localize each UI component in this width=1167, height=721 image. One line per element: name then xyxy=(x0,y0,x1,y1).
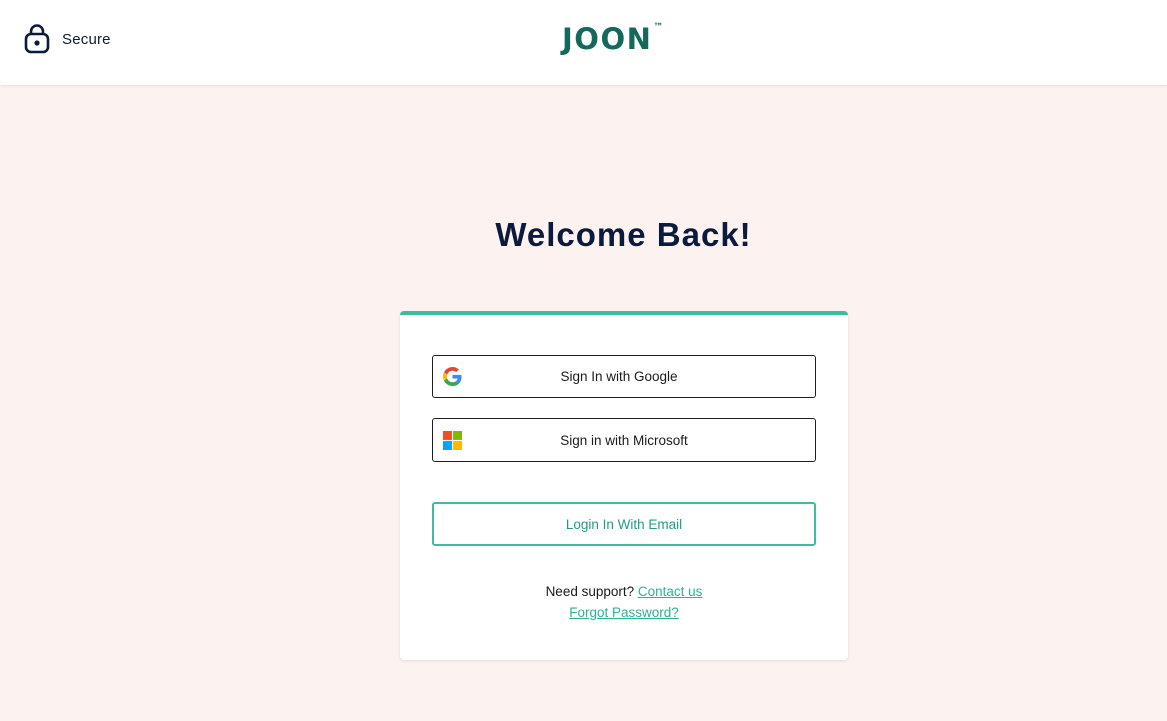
google-icon xyxy=(443,367,462,386)
microsoft-sign-in-button[interactable]: Sign in with Microsoft xyxy=(432,418,816,462)
login-card: Sign In with Google Sign in with Microso… xyxy=(400,311,848,660)
logo-trademark: ™ xyxy=(653,22,664,33)
lock-icon xyxy=(24,24,50,54)
secure-indicator: Secure xyxy=(24,24,111,54)
google-sign-in-button[interactable]: Sign In with Google xyxy=(432,355,816,398)
microsoft-icon xyxy=(443,431,462,450)
support-prefix: Need support? xyxy=(545,584,635,599)
joon-logo[interactable]: JOON ™ xyxy=(562,22,663,56)
secure-label: Secure xyxy=(62,30,111,48)
microsoft-button-label: Sign in with Microsoft xyxy=(560,432,688,448)
forgot-password-line: Forgot Password? xyxy=(400,602,848,623)
email-login-button[interactable]: Login In With Email xyxy=(432,502,816,546)
contact-us-link[interactable]: Contact us xyxy=(638,584,703,599)
top-header: Secure JOON ™ xyxy=(0,0,1167,85)
page-title: Welcome Back! xyxy=(495,216,752,253)
google-button-label: Sign In with Google xyxy=(560,369,678,384)
support-line: Need support? Contact us xyxy=(400,581,848,602)
logo-text: JOON xyxy=(562,22,653,56)
forgot-password-link[interactable]: Forgot Password? xyxy=(569,605,679,620)
email-button-label: Login In With Email xyxy=(565,516,683,532)
